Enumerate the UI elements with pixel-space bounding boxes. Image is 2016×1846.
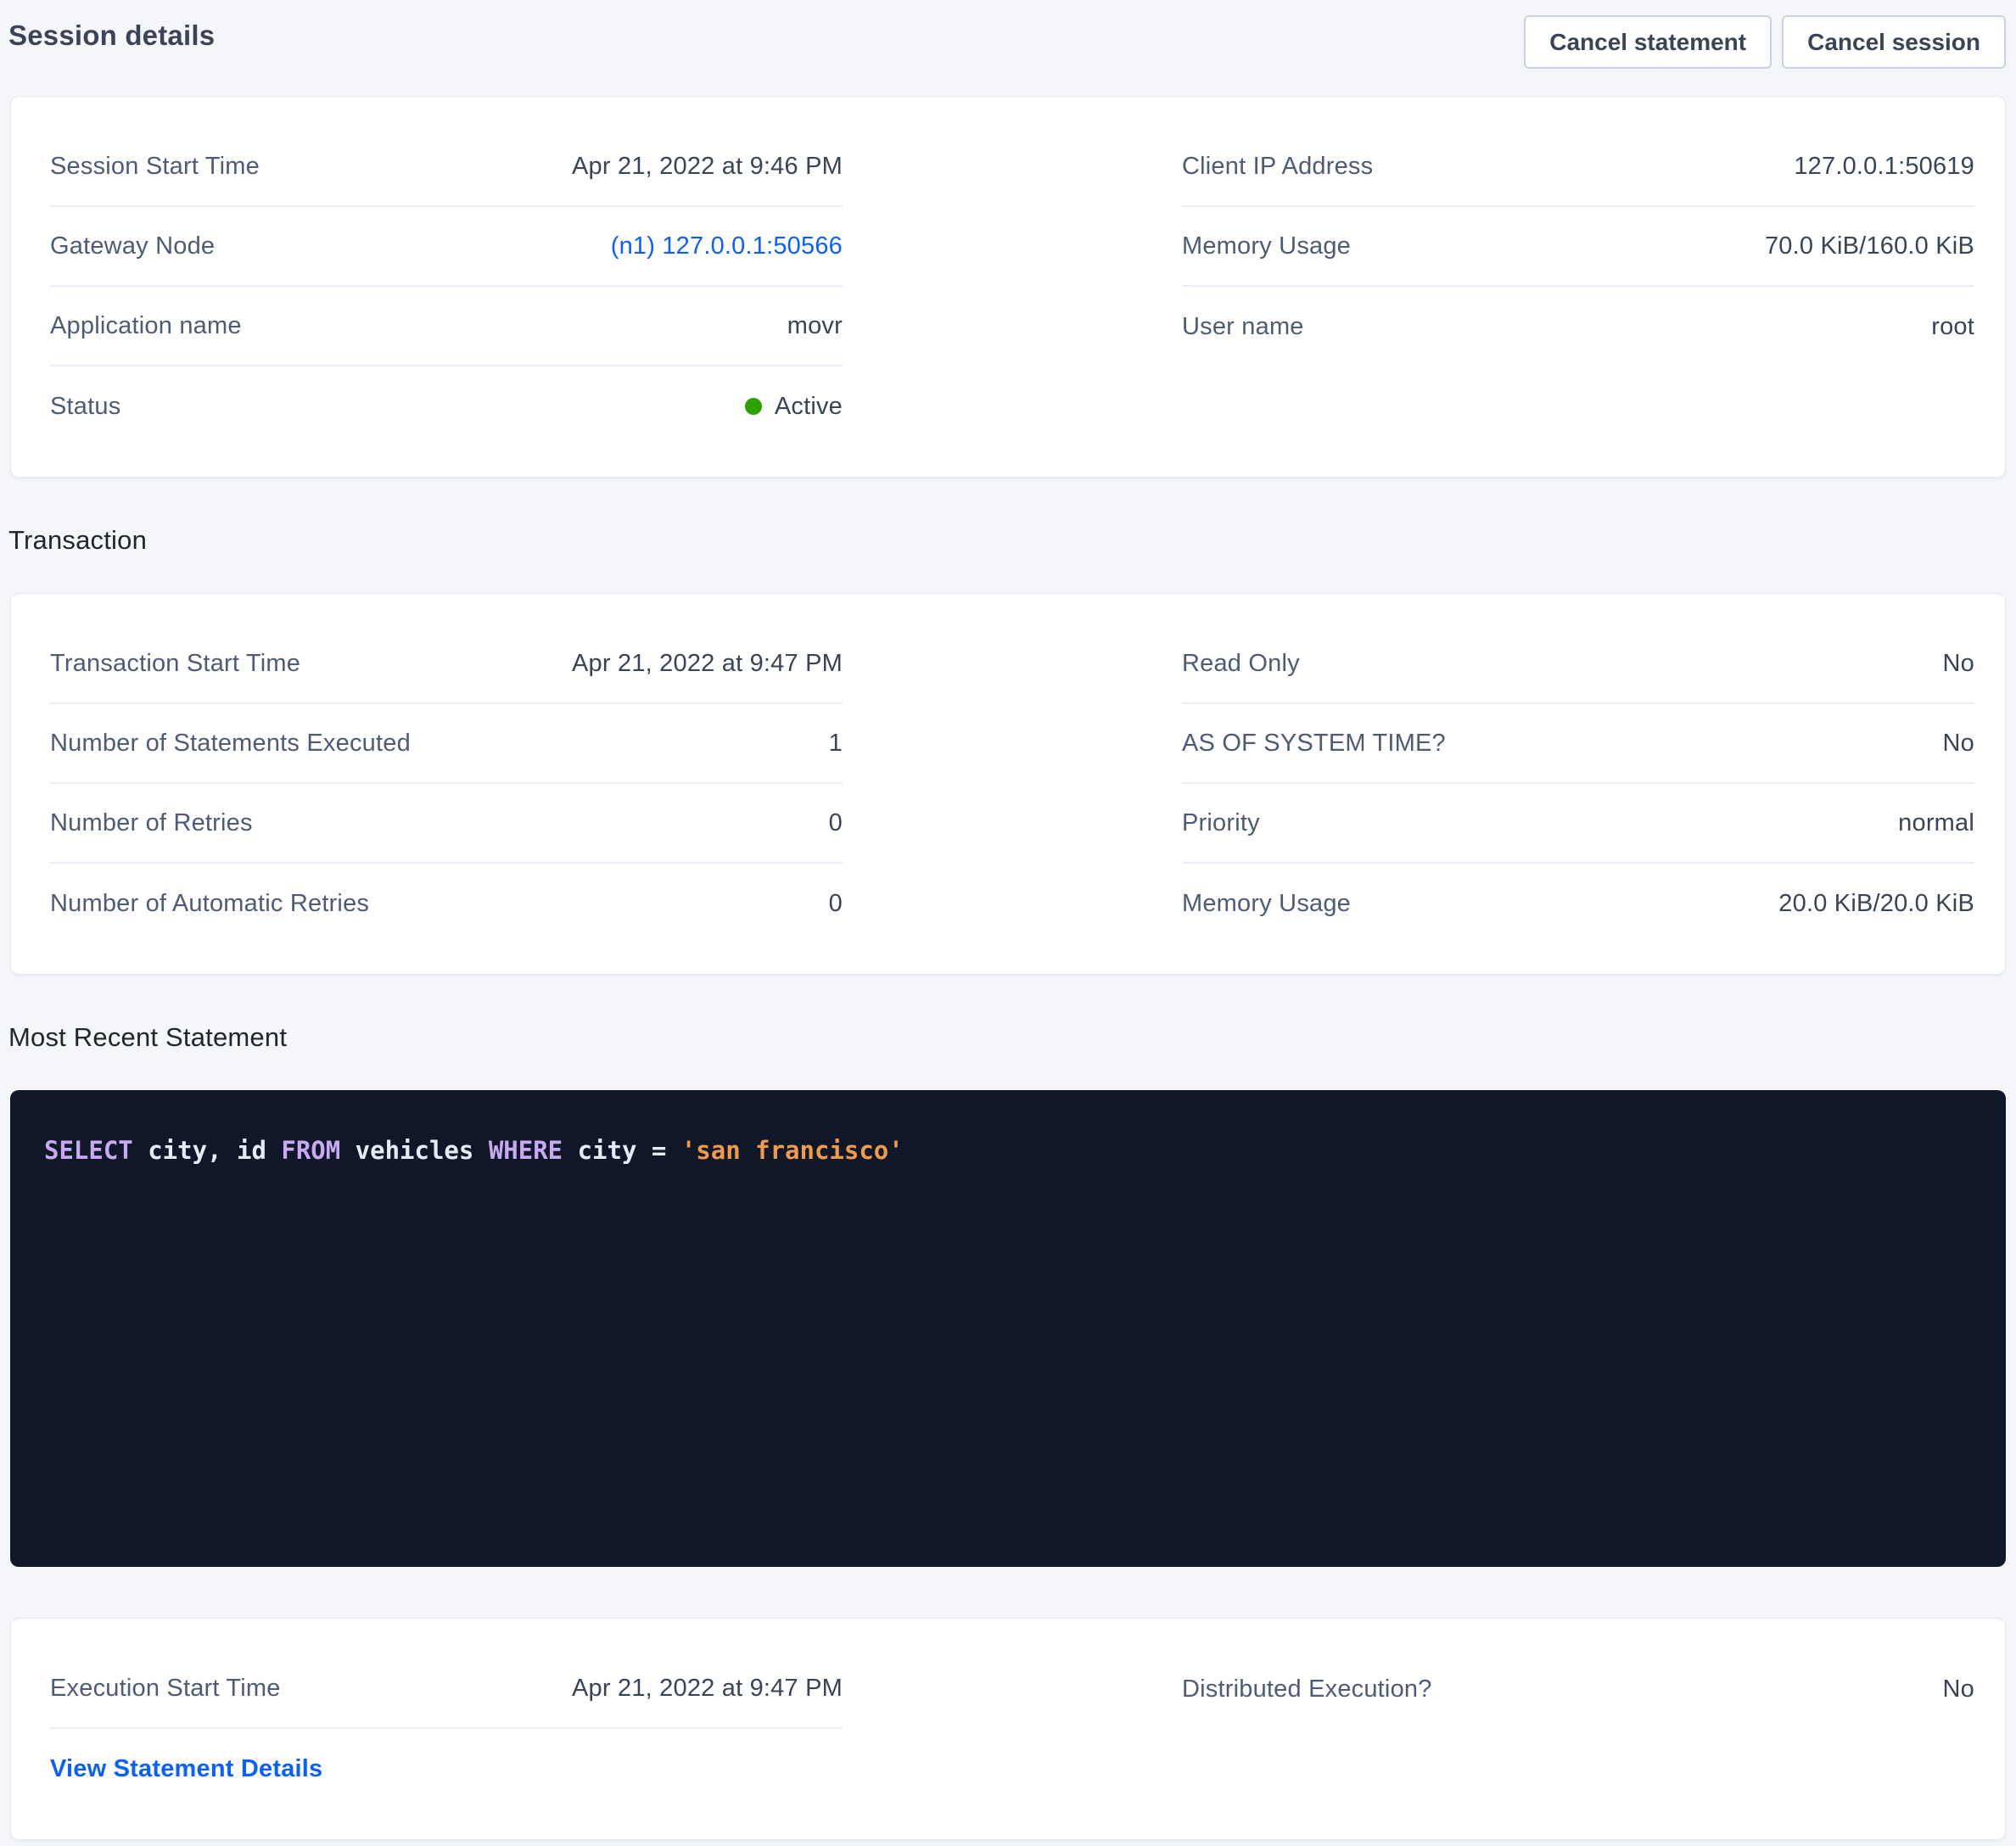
transaction-right-column: Read Only No AS OF SYSTEM TIME? No Prior… xyxy=(1182,624,1974,943)
transaction-card: Transaction Start Time Apr 21, 2022 at 9… xyxy=(10,593,2006,975)
session-summary-card: Session Start Time Apr 21, 2022 at 9:46 … xyxy=(10,96,2006,478)
row-value: 127.0.0.1:50619 xyxy=(1794,153,1974,181)
header-actions: Cancel statement Cancel session xyxy=(1524,15,2006,69)
execution-left-column: Execution Start Time Apr 21, 2022 at 9:4… xyxy=(50,1649,843,1809)
execution-card: Execution Start Time Apr 21, 2022 at 9:4… xyxy=(10,1618,2006,1840)
page-title: Session details xyxy=(8,17,215,54)
row-value: No xyxy=(1943,730,1974,758)
row-value: normal xyxy=(1898,809,1974,837)
row-label: Execution Start Time xyxy=(50,1675,281,1703)
row-value: No xyxy=(1943,1675,1974,1703)
transaction-start-time-row: Transaction Start Time Apr 21, 2022 at 9… xyxy=(50,624,843,704)
row-label: Memory Usage xyxy=(1182,890,1351,918)
row-value: Apr 21, 2022 at 9:46 PM xyxy=(572,153,843,181)
sql-string-token: 'san francisco' xyxy=(681,1136,904,1165)
execution-right-column: Distributed Execution? No xyxy=(1182,1649,1974,1809)
status-active-dot xyxy=(745,398,762,415)
view-statement-details-row: View Statement Details xyxy=(50,1729,843,1809)
row-value: 20.0 KiB/20.0 KiB xyxy=(1778,890,1974,918)
sql-keyword-token: WHERE xyxy=(489,1136,563,1165)
statements-executed-row: Number of Statements Executed 1 xyxy=(50,704,843,784)
row-label: Application name xyxy=(50,312,242,340)
gateway-node-row: Gateway Node (n1) 127.0.0.1:50566 xyxy=(50,207,843,287)
user-name-row: User name root xyxy=(1182,287,1974,366)
row-label: Gateway Node xyxy=(50,232,215,260)
execution-start-time-row: Execution Start Time Apr 21, 2022 at 9:4… xyxy=(50,1649,843,1729)
status-badge: Active xyxy=(745,393,843,421)
row-value: Apr 21, 2022 at 9:47 PM xyxy=(572,650,843,678)
read-only-row: Read Only No xyxy=(1182,624,1974,704)
session-memory-usage-row: Memory Usage 70.0 KiB/160.0 KiB xyxy=(1182,207,1974,287)
row-value: movr xyxy=(787,312,843,340)
automatic-retries-row: Number of Automatic Retries 0 xyxy=(50,864,843,943)
transaction-section-heading: Transaction xyxy=(8,522,2006,559)
sql-plain-token: city, id xyxy=(133,1136,282,1165)
retries-row: Number of Retries 0 xyxy=(50,784,843,864)
row-label: Number of Automatic Retries xyxy=(50,890,369,918)
sql-keyword-token: FROM xyxy=(281,1136,340,1165)
session-summary-right-column: Client IP Address 127.0.0.1:50619 Memory… xyxy=(1182,127,1974,446)
distributed-execution-row: Distributed Execution? No xyxy=(1182,1649,1974,1729)
row-label: Status xyxy=(50,393,120,421)
row-label: Priority xyxy=(1182,809,1260,837)
session-details-page: Session details Cancel statement Cancel … xyxy=(0,0,2016,1840)
row-value: No xyxy=(1943,650,1974,678)
row-label: Distributed Execution? xyxy=(1182,1675,1432,1703)
status-row: Status Active xyxy=(50,366,843,446)
sql-statement-code: SELECT city, id FROM vehicles WHERE city… xyxy=(44,1136,904,1165)
sql-plain-token: vehicles xyxy=(340,1136,489,1165)
view-statement-details-link[interactable]: View Statement Details xyxy=(50,1755,322,1783)
row-value: 0 xyxy=(829,809,843,837)
priority-row: Priority normal xyxy=(1182,784,1974,864)
transaction-left-column: Transaction Start Time Apr 21, 2022 at 9… xyxy=(50,624,843,943)
sql-keyword-token: SELECT xyxy=(44,1136,133,1165)
row-label: Read Only xyxy=(1182,650,1300,678)
statement-section-heading: Most Recent Statement xyxy=(8,1019,2006,1056)
session-start-time-row: Session Start Time Apr 21, 2022 at 9:46 … xyxy=(50,127,843,207)
row-label: User name xyxy=(1182,313,1304,341)
row-label: Number of Retries xyxy=(50,809,253,837)
cancel-statement-button[interactable]: Cancel statement xyxy=(1524,15,1772,69)
status-text: Active xyxy=(775,393,843,421)
session-summary-left-column: Session Start Time Apr 21, 2022 at 9:46 … xyxy=(50,127,843,446)
row-label: Session Start Time xyxy=(50,153,260,181)
row-label: Client IP Address xyxy=(1182,153,1373,181)
row-value: 1 xyxy=(829,730,843,758)
client-ip-row: Client IP Address 127.0.0.1:50619 xyxy=(1182,127,1974,207)
row-label: AS OF SYSTEM TIME? xyxy=(1182,730,1446,758)
row-value: Apr 21, 2022 at 9:47 PM xyxy=(572,1675,843,1703)
row-value: 70.0 KiB/160.0 KiB xyxy=(1765,232,1974,260)
row-value: root xyxy=(1931,313,1974,341)
row-value: 0 xyxy=(829,890,843,918)
row-label: Memory Usage xyxy=(1182,232,1351,260)
row-label: Number of Statements Executed xyxy=(50,730,411,758)
application-name-row: Application name movr xyxy=(50,287,843,366)
as-of-system-time-row: AS OF SYSTEM TIME? No xyxy=(1182,704,1974,784)
sql-statement-box: SELECT city, id FROM vehicles WHERE city… xyxy=(10,1090,2006,1567)
sql-plain-token: city = xyxy=(563,1136,681,1165)
gateway-node-link[interactable]: (n1) 127.0.0.1:50566 xyxy=(611,232,843,260)
row-label: Transaction Start Time xyxy=(50,650,300,678)
page-header: Session details Cancel statement Cancel … xyxy=(10,15,2006,69)
cancel-session-button[interactable]: Cancel session xyxy=(1782,15,2006,69)
transaction-memory-usage-row: Memory Usage 20.0 KiB/20.0 KiB xyxy=(1182,864,1974,943)
